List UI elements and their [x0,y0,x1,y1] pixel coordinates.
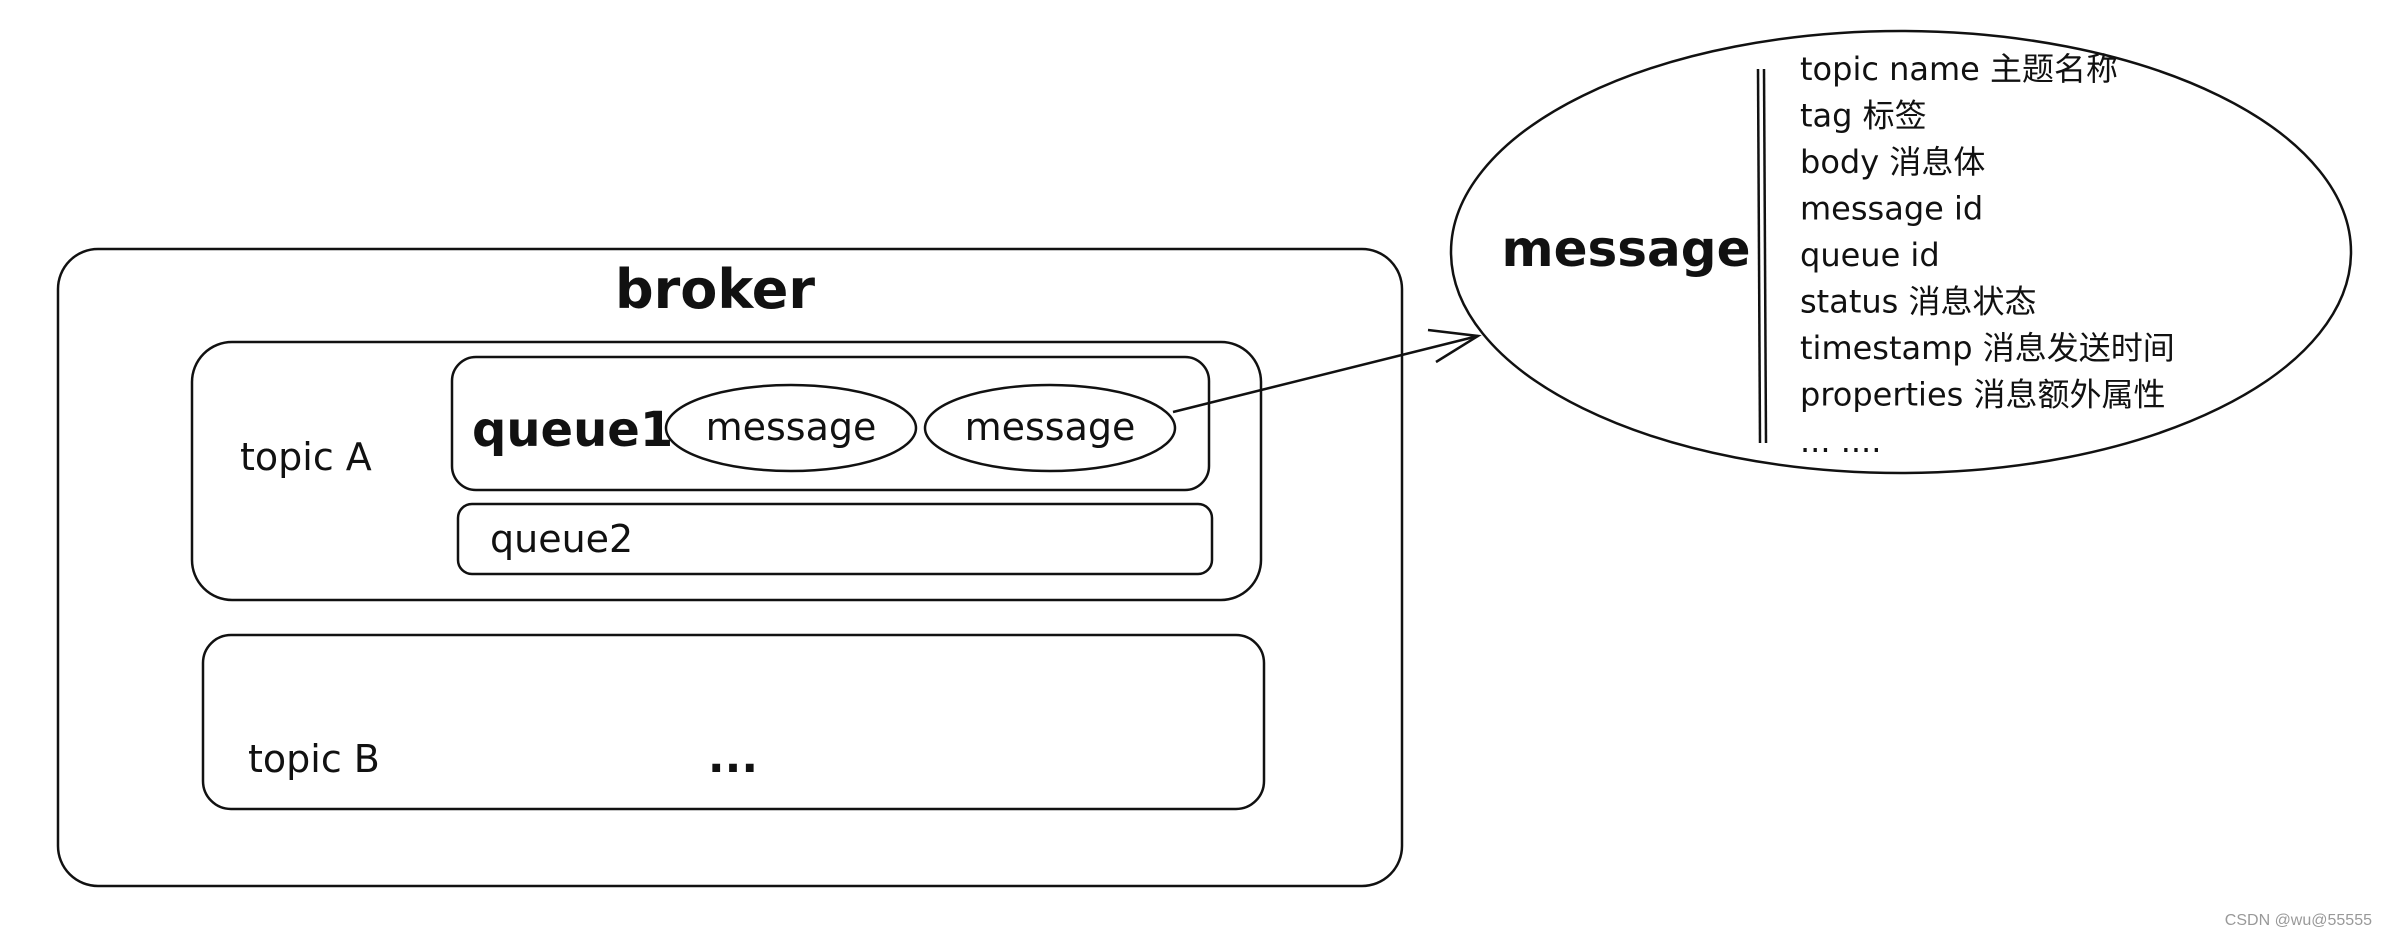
message-label-1: message [706,405,877,449]
topic-b-ellipsis: ... [708,732,758,783]
arrow-line [1172,334,1479,414]
message-field: body 消息体 [1800,143,1985,181]
topic-b-label: topic B [248,737,380,781]
field-divider-2 [1762,68,1768,444]
topic-a-label: topic A [240,435,372,479]
message-field: ... .... [1800,422,1881,460]
message-field: tag 标签 [1800,97,1927,135]
field-divider [1756,68,1762,444]
message-field: timestamp 消息发送时间 [1800,329,2175,367]
message-field: status 消息状态 [1800,283,2037,321]
message-field: message id [1800,190,1983,228]
message-field: queue id [1800,236,1940,274]
message-field-list: topic name 主题名称 tag 标签 body 消息体 message id q… [1800,50,2175,460]
message-field: topic name 主题名称 [1800,50,2118,88]
broker-box [56,247,1404,888]
queue1-label: queue1 [472,402,673,458]
diagram-canvas: broker topic A queue1 message message qu… [56,29,2353,888]
message-label-2: message [965,405,1136,449]
queue2-label: queue2 [490,517,633,561]
watermark: CSDN @wu@55555 [2224,912,2372,929]
broker-label: broker [615,258,815,321]
message-field: properties 消息额外属性 [1800,376,2165,414]
message-detail-label: message [1502,220,1751,278]
